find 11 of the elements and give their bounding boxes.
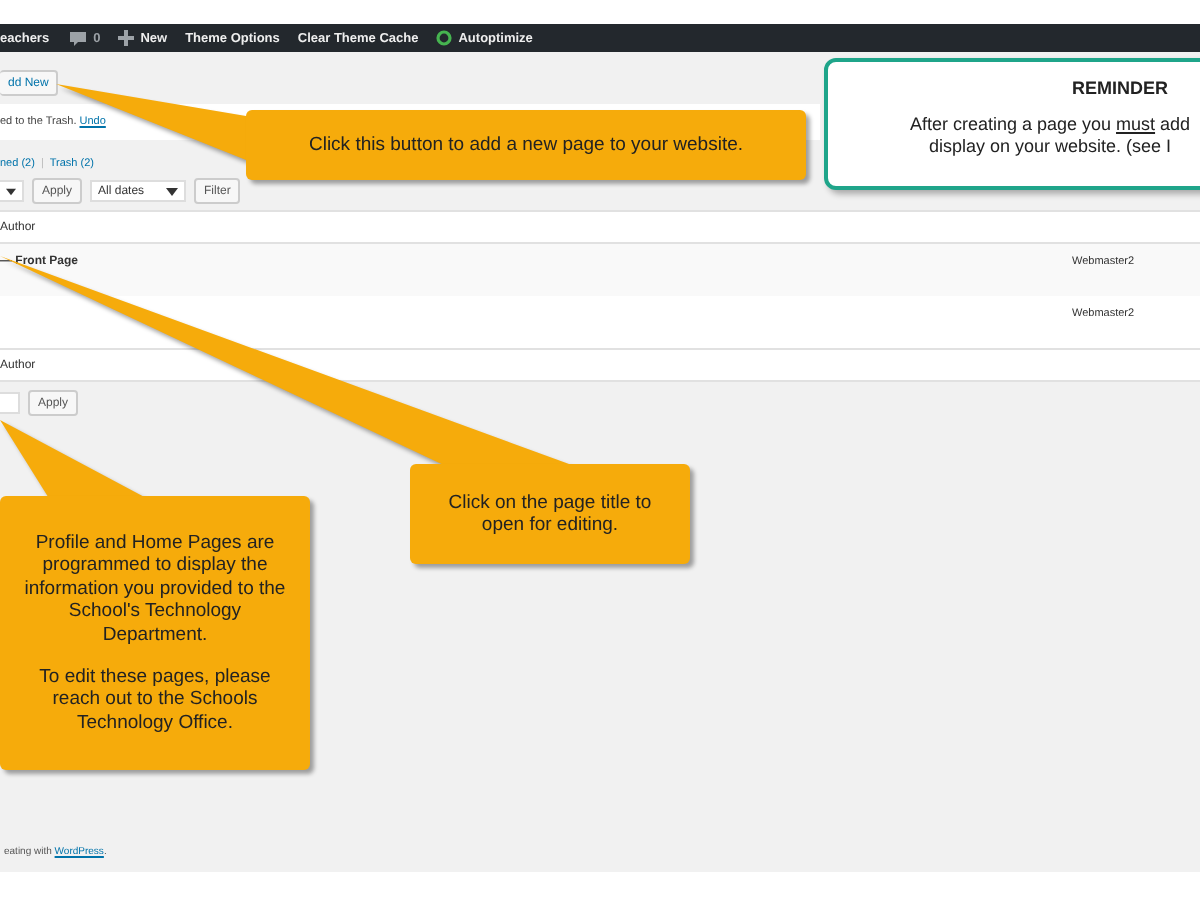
reminder-title: REMINDER [1072, 78, 1171, 98]
status-circle-icon [436, 30, 453, 46]
callout-text: To edit these pages, please reach out to the Schools Technology Office. [37, 665, 273, 735]
caret-icon [6, 187, 16, 195]
callout-text: Click on the page title to open for editing. [446, 491, 654, 537]
plus-icon [118, 30, 135, 46]
comment-icon [67, 29, 88, 47]
caret-icon [166, 187, 179, 195]
callout-text: Profile and Home Pages are programmed to display the information you provided to the School's Technology Department. [22, 531, 288, 646]
bulk-action-select[interactable] [0, 180, 24, 202]
reminder-text: After creating a page you must add display on your website. (see I [907, 114, 1193, 158]
